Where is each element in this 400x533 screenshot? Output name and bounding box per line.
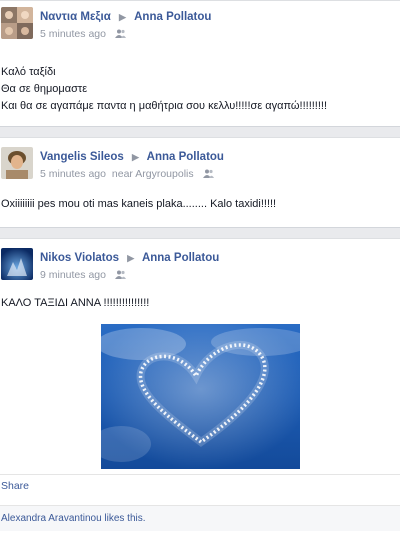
post-meta: 5 minutes ago near Argyroupolis xyxy=(40,168,214,181)
post-title: Ναντια Μεξια ▶ Anna Pollatou xyxy=(40,11,211,23)
post-card: Nikos Violatos ▶ Anna Pollatou 9 minutes… xyxy=(0,238,400,533)
triangle-right-icon: ▶ xyxy=(131,152,139,162)
target-name[interactable]: Anna Pollatou xyxy=(134,11,211,23)
author-avatar[interactable] xyxy=(1,7,33,39)
post-header: Vangelis Sileos ▶ Anna Pollatou 5 minute… xyxy=(0,141,400,181)
author-name[interactable]: Vangelis Sileos xyxy=(40,151,124,163)
likes-text[interactable]: Alexandra Aravantinou likes this. xyxy=(1,513,146,524)
share-link[interactable]: Share xyxy=(1,480,29,492)
friends-audience-icon[interactable] xyxy=(202,169,214,181)
target-name[interactable]: Anna Pollatou xyxy=(147,151,224,163)
triangle-right-icon: ▶ xyxy=(127,253,135,263)
post-title: Vangelis Sileos ▶ Anna Pollatou xyxy=(40,151,224,163)
timestamp[interactable]: 5 minutes ago xyxy=(40,28,106,40)
post-header: Ναντια Μεξια ▶ Anna Pollatou 5 minutes a… xyxy=(0,1,400,41)
post-title: Nikos Violatos ▶ Anna Pollatou xyxy=(40,252,219,264)
post-header: Nikos Violatos ▶ Anna Pollatou 9 minutes… xyxy=(0,242,400,282)
share-row: Share xyxy=(0,474,400,498)
timestamp[interactable]: 5 minutes ago xyxy=(40,168,106,180)
post-line: Και θα σε αγαπάμε παντα η μαθήτρια σου κ… xyxy=(1,100,328,112)
triangle-right-icon: ▶ xyxy=(119,12,126,22)
location[interactable]: near Argyroupolis xyxy=(112,168,194,180)
sky-heart-image xyxy=(101,324,300,469)
author-name[interactable]: Nikos Violatos xyxy=(40,252,119,264)
author-name[interactable]: Ναντια Μεξια xyxy=(40,11,111,23)
target-name[interactable]: Anna Pollatou xyxy=(142,252,219,264)
author-avatar[interactable] xyxy=(1,248,33,280)
author-avatar[interactable] xyxy=(1,147,33,179)
post-line: Oxiiiiiiii pes mou oti mas kaneis plaka.… xyxy=(1,198,277,210)
post-meta: 5 minutes ago xyxy=(40,28,126,41)
post-meta: 9 minutes ago xyxy=(40,269,126,282)
post-text: ΚΑΛΟ ΤΑΞΙΔΙ ΑΝΝΑ !!!!!!!!!!!!!!! xyxy=(1,295,149,312)
friends-audience-icon[interactable] xyxy=(114,270,126,282)
post-line: Θα σε θημομαστε xyxy=(1,83,88,95)
post-line: ΚΑΛΟ ΤΑΞΙΔΙ ΑΝΝΑ !!!!!!!!!!!!!!! xyxy=(1,297,150,309)
post-text: Oxiiiiiiii pes mou oti mas kaneis plaka.… xyxy=(1,196,276,213)
post-card: Ναντια Μεξια ▶ Anna Pollatou 5 minutes a… xyxy=(0,0,400,127)
post-line: Καλό ταξίδι xyxy=(1,66,56,78)
likes-row: Alexandra Aravantinou likes this. xyxy=(0,505,400,531)
post-card: Vangelis Sileos ▶ Anna Pollatou 5 minute… xyxy=(0,137,400,228)
post-text: Καλό ταξίδι Θα σε θημομαστε Και θα σε αγ… xyxy=(1,64,327,115)
post-photo[interactable] xyxy=(101,324,300,469)
friends-audience-icon[interactable] xyxy=(114,29,126,41)
timestamp[interactable]: 9 minutes ago xyxy=(40,269,106,281)
